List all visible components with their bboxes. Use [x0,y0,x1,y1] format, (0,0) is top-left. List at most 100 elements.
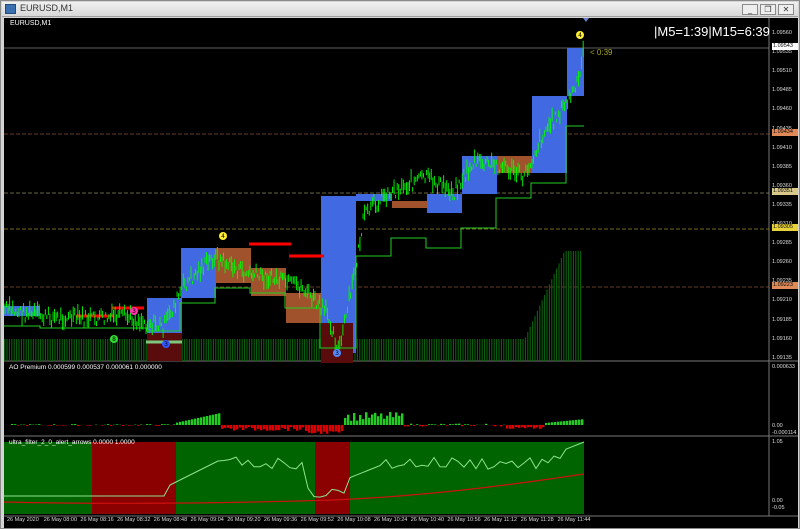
volume-bar [8,339,10,361]
price-axis-label: 1.09385 [772,163,792,170]
volume-bar [424,339,426,361]
close-button[interactable]: ✕ [778,4,794,15]
ao-bar [257,425,260,429]
volume-bar [570,251,572,361]
price-chart-area[interactable]: 3 4 3 8 4 3 EURUSD,M1 |M5=1:39|M15=6:39 < 0:3… [4,18,798,528]
range-box [216,248,251,283]
ao-bar [254,425,257,431]
time-axis-label: 26 May 08:32 [117,517,151,523]
price-tag: 1.09434 [772,129,798,136]
volume-bar [397,339,399,361]
volume-bar [126,339,128,361]
volume-bar [385,339,387,361]
volume-bar [395,339,397,361]
ao-bar [527,425,530,428]
ao-bar [383,418,386,425]
time-axis-label: 26 May 09:52 [300,517,334,523]
volume-bar [198,339,200,361]
ao-bar [575,419,578,425]
minimize-button[interactable]: _ [742,4,758,15]
volume-bar [407,339,409,361]
ultra-filter-panel [4,441,585,514]
ao-bar [17,425,20,426]
volume-bar [212,339,214,361]
price-tag: 1.09223 [772,282,798,289]
ao-bar [11,424,14,425]
volume-bar [229,339,231,361]
chart-canvas[interactable]: 3 4 3 8 4 3 [4,18,798,528]
volume-bar [37,339,39,361]
time-axis-label: 26 May 11:44 [557,517,591,523]
volume-bar [59,339,61,361]
volume-bar [371,339,373,361]
volume-bar [484,339,486,361]
volume-bar [4,339,6,361]
volume-bar [472,339,474,361]
volume-bar [251,339,253,361]
symbol-label: EURUSD,M1 [10,20,52,27]
ao-bar [266,425,269,431]
ao-bar [563,421,566,425]
ao-bar [272,425,275,431]
restore-button[interactable]: ❐ [760,4,776,15]
volume-bar [49,339,51,361]
ao-bar [56,425,59,426]
time-axis-label: 26 May 11:28 [520,517,554,523]
ao-bar [443,424,446,425]
volume-bar [83,339,85,361]
volume-bar [95,339,97,361]
ao-bar [227,425,230,428]
volume-bar [32,339,34,361]
ao-bar [176,422,179,425]
volume-bar [563,252,565,361]
volume-bar [493,339,495,361]
ao-bar [392,417,395,425]
volume-bar [301,339,303,361]
volume-bar [270,339,272,361]
ao-bar [509,425,512,429]
volume-bar [544,295,546,361]
volume-bar [565,251,567,361]
volume-bar [200,339,202,361]
range-box [392,201,427,208]
ao-bar [362,419,365,425]
ao-bar [356,420,359,425]
ao-bar [164,424,167,425]
ao-bar [182,421,185,425]
time-axis-label: 26 May 08:00 [43,517,78,523]
ao-bar [416,424,419,425]
volume-bar [469,339,471,361]
ao-bar [551,422,554,425]
ao-bar [38,424,41,425]
volume-bar [13,339,15,361]
ao-bar [434,424,437,425]
chart-shift-icon[interactable] [583,18,589,22]
ao-bar [155,425,158,426]
ao-bar [380,413,383,425]
volume-bar [409,339,411,361]
volume-bar [272,339,274,361]
ao-bar [473,425,476,427]
volume-bar [282,339,284,361]
ao-bar [338,425,341,433]
ao-bar [506,425,509,429]
volume-bar [236,339,238,361]
volume-bar [234,339,236,361]
time-axis-label: 26 May 10:56 [447,517,481,523]
ao-bar [299,425,302,430]
volume-bar [373,339,375,361]
volume-bar [292,339,294,361]
volume-bar [541,300,543,361]
volume-bar [433,339,435,361]
ao-indicator-label: AO Premium 0.000599 0.000537 0.000061 0.… [9,364,162,371]
ao-bar [71,424,74,425]
volume-bar [184,339,186,361]
ao-bar [236,425,239,430]
ao-bar [350,420,353,425]
chart-title-bar[interactable]: EURUSD,M1 _ ❐ ✕ [2,2,798,17]
ao-bar [185,420,188,425]
volume-bar [260,339,262,361]
volume-bar [227,339,229,361]
volume-bar [71,339,73,361]
volume-bar [191,339,193,361]
